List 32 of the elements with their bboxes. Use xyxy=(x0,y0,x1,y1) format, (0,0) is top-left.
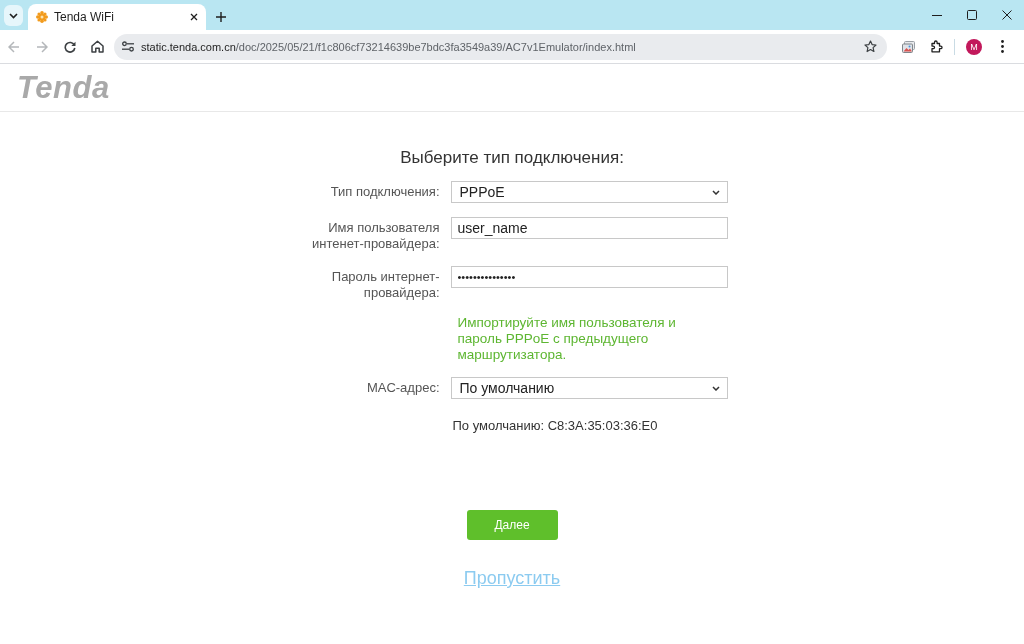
profile-avatar[interactable]: M xyxy=(966,38,982,55)
puzzle-icon[interactable] xyxy=(929,40,943,53)
tune-icon[interactable] xyxy=(122,41,134,52)
maximize-icon[interactable] xyxy=(966,10,977,20)
address-bar[interactable]: static.tenda.com.cn/doc/2025/05/21/f1c806cf73214639be7bdc3fa3549a39/AC7v1Emulator/index.html xyxy=(114,33,887,60)
browser-tab[interactable]: Tenda WiFi xyxy=(28,4,206,30)
close-icon[interactable] xyxy=(190,13,198,21)
picture-icon[interactable] xyxy=(901,40,915,53)
dropdown[interactable]: PPPoE xyxy=(450,181,728,203)
hint-text: Импортируйте имя пользователя и пароль PPPoE с предыдущего маршрутизатора. xyxy=(456,315,677,363)
plus-icon[interactable] xyxy=(216,12,226,22)
page-title: Выберите тип подключения: xyxy=(400,148,624,168)
caret-icon xyxy=(711,189,720,195)
home-icon[interactable] xyxy=(91,40,104,53)
chevron-down-icon xyxy=(9,12,18,19)
kebab-menu-icon[interactable] xyxy=(1000,40,1004,53)
reload-icon[interactable] xyxy=(63,40,76,53)
star-icon[interactable] xyxy=(864,40,877,53)
tab-list-button[interactable] xyxy=(4,5,23,26)
dropdown[interactable]: По умолчанию xyxy=(450,377,728,399)
minimize-icon[interactable] xyxy=(931,14,942,16)
flower-icon xyxy=(36,11,48,23)
close-icon[interactable] xyxy=(1001,10,1012,20)
mac-address-text: По умолчанию: C8:3A:35:03:36:E0 xyxy=(451,418,659,434)
field-label: Тип подключения: xyxy=(329,183,440,200)
field-label: MAC-адрес: xyxy=(365,379,440,396)
field-label: Имя пользователя интенет-провайдера: xyxy=(311,219,440,252)
caret-icon xyxy=(711,385,720,391)
logo: Tenda xyxy=(17,72,110,103)
field-label: Пароль интернет-провайдера: xyxy=(330,268,440,301)
text-field[interactable]: user_name xyxy=(450,217,728,239)
password-field[interactable]: ••••••••••••••• xyxy=(450,266,728,288)
